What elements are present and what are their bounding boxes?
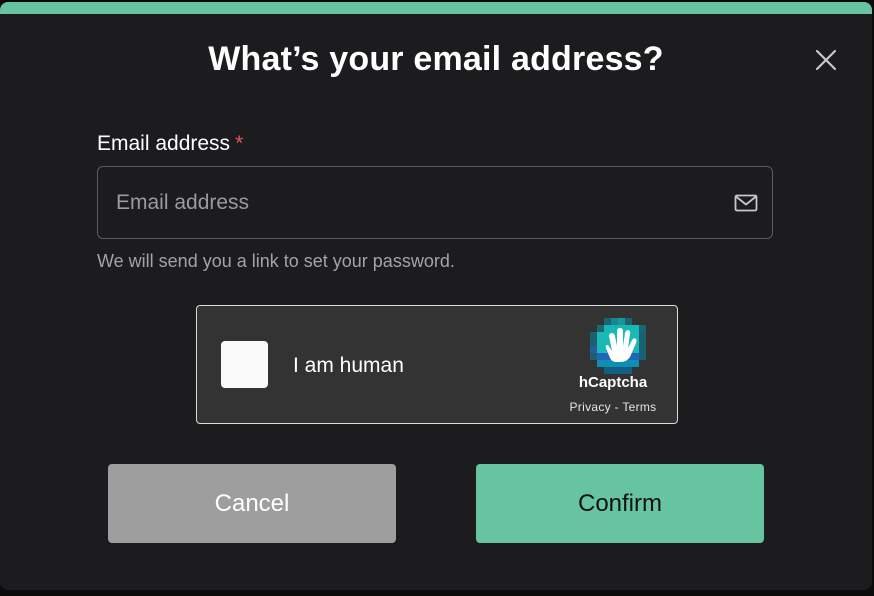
captcha-links: Privacy - Terms bbox=[547, 400, 679, 414]
privacy-link[interactable]: Privacy bbox=[570, 400, 611, 414]
links-separator: - bbox=[610, 400, 623, 414]
email-field-label: Email address * bbox=[97, 132, 243, 156]
terms-link[interactable]: Terms bbox=[622, 400, 656, 414]
cancel-button[interactable]: Cancel bbox=[108, 464, 396, 543]
hcaptcha-logo-icon bbox=[590, 318, 646, 374]
required-marker: * bbox=[235, 132, 244, 155]
email-field bbox=[97, 166, 773, 239]
human-checkbox[interactable] bbox=[221, 341, 268, 388]
email-helper-text: We will send you a link to set your pass… bbox=[97, 251, 455, 271]
captcha-label: I am human bbox=[293, 354, 404, 377]
close-icon bbox=[815, 49, 837, 71]
hcaptcha-brand: hCaptcha bbox=[578, 374, 648, 391]
email-label-text: Email address bbox=[97, 132, 231, 155]
dialog-title: What’s your email address? bbox=[208, 40, 664, 78]
close-button[interactable] bbox=[812, 46, 840, 74]
email-dialog: What’s your email address? Email address… bbox=[0, 2, 872, 590]
mail-icon bbox=[734, 194, 758, 212]
email-input[interactable] bbox=[98, 167, 718, 238]
dialog-accent-bar bbox=[0, 2, 872, 14]
confirm-button[interactable]: Confirm bbox=[476, 464, 764, 543]
hcaptcha-widget: I am human hCaptcha Privacy - Terms bbox=[196, 305, 678, 424]
